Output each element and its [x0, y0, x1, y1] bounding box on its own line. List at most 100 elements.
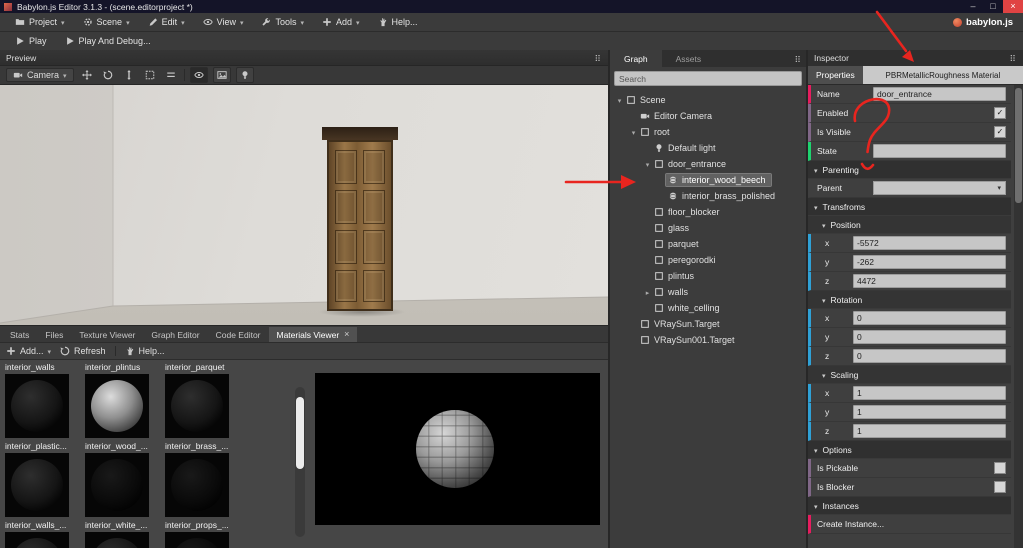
tab-graph[interactable]: Graph: [610, 50, 662, 67]
tab-files[interactable]: Files: [37, 327, 71, 342]
tab-properties[interactable]: Properties: [808, 66, 863, 84]
menu-view[interactable]: View: [194, 13, 253, 31]
scaling-section-header[interactable]: Scaling: [808, 366, 1011, 384]
material-interior-parquet[interactable]: interior_parquet: [165, 362, 245, 438]
scrollbar-thumb[interactable]: [296, 397, 304, 469]
material-thumbnail[interactable]: [165, 374, 229, 438]
is-pickable-checkbox[interactable]: [994, 462, 1006, 474]
tree-item-vraysun001-target[interactable]: VRaySun001.Target: [610, 332, 806, 348]
tree-item-white-celling[interactable]: white_celling: [610, 300, 806, 316]
tree-item-interior-wood-beech[interactable]: interior_wood_beech: [610, 172, 806, 188]
close-icon[interactable]: ×: [344, 330, 349, 339]
close-button[interactable]: ×: [1003, 0, 1023, 13]
menu-tools[interactable]: Tools: [252, 13, 313, 31]
rotation-z-input[interactable]: [853, 349, 1006, 363]
menu-edit[interactable]: Edit: [139, 13, 194, 31]
material-interior-plastic[interactable]: interior_plastic...: [5, 441, 85, 517]
name-input[interactable]: [873, 87, 1006, 101]
menu-add[interactable]: Add: [313, 13, 369, 31]
material-thumbnail[interactable]: [165, 453, 229, 517]
chevron-down-icon[interactable]: [629, 127, 638, 137]
material-thumbnail[interactable]: [165, 532, 229, 548]
material-interior-props[interactable]: interior_props_...: [165, 520, 245, 548]
play-button[interactable]: Play: [6, 32, 56, 50]
materials-help-button[interactable]: Help...: [125, 346, 165, 356]
scaling-z-input[interactable]: [853, 424, 1006, 438]
enabled-checkbox[interactable]: [994, 107, 1006, 119]
material-preview-canvas[interactable]: [315, 373, 600, 525]
material-thumbnail[interactable]: [85, 532, 149, 548]
materials-scrollbar[interactable]: [295, 387, 305, 537]
is-visible-checkbox[interactable]: [994, 126, 1006, 138]
scale-tool-button[interactable]: [121, 68, 137, 82]
rotate-tool-button[interactable]: [100, 68, 116, 82]
maximize-button[interactable]: □: [983, 0, 1003, 13]
tree-item-editor-camera[interactable]: Editor Camera: [610, 108, 806, 124]
chevron-right-icon[interactable]: [643, 287, 652, 297]
scene-viewport[interactable]: [0, 85, 608, 325]
show-lights-button[interactable]: [235, 67, 254, 83]
inspector-scrollbar[interactable]: [1014, 85, 1023, 548]
tree-item-floor-blocker[interactable]: floor_blocker: [610, 204, 806, 220]
state-input[interactable]: [873, 144, 1006, 158]
tree-item-glass[interactable]: glass: [610, 220, 806, 236]
tree-item-interior-brass-polished[interactable]: interior_brass_polished: [610, 188, 806, 204]
tree-item-scene[interactable]: Scene: [610, 92, 806, 108]
tab-graph-editor[interactable]: Graph Editor: [143, 327, 207, 342]
show-post-processes-button[interactable]: [189, 67, 208, 83]
rotation-x-input[interactable]: [853, 311, 1006, 325]
panel-drag-handle-icon[interactable]: [594, 54, 602, 62]
position-z-input[interactable]: [853, 274, 1006, 288]
tab-assets[interactable]: Assets: [662, 50, 716, 67]
material-interior-white[interactable]: interior_white_...: [85, 520, 165, 548]
add-material-button[interactable]: Add...: [6, 346, 51, 356]
instances-section-header[interactable]: Instances: [808, 497, 1011, 515]
create-instance-row[interactable]: Create Instance...: [808, 515, 1011, 534]
material-interior-walls[interactable]: interior_walls: [5, 362, 85, 438]
tree-item-root[interactable]: root: [610, 124, 806, 140]
material-interior-walls-2[interactable]: interior_walls_...: [5, 520, 85, 548]
menu-help[interactable]: Help...: [369, 13, 427, 31]
material-interior-brass[interactable]: interior_brass_...: [165, 441, 245, 517]
parenting-section-header[interactable]: Parenting: [808, 161, 1011, 179]
tree-item-door-entrance[interactable]: door_entrance: [610, 156, 806, 172]
material-thumbnail[interactable]: [5, 374, 69, 438]
show-textures-button[interactable]: [212, 67, 231, 83]
search-input[interactable]: [614, 71, 802, 86]
refresh-button[interactable]: Refresh: [60, 346, 106, 356]
position-section-header[interactable]: Position: [808, 216, 1011, 234]
tab-texture-viewer[interactable]: Texture Viewer: [71, 327, 143, 342]
tree-item-default-light[interactable]: Default light: [610, 140, 806, 156]
chevron-down-icon[interactable]: [615, 95, 624, 105]
material-thumbnail[interactable]: [5, 532, 69, 548]
material-thumbnail[interactable]: [85, 374, 149, 438]
panel-drag-handle-icon[interactable]: [1009, 54, 1017, 62]
transforms-section-header[interactable]: Transfroms: [808, 198, 1011, 216]
material-thumbnail[interactable]: [5, 453, 69, 517]
scrollbar-thumb[interactable]: [1015, 88, 1022, 203]
panel-drag-handle-icon[interactable]: [790, 52, 806, 66]
material-interior-plintus[interactable]: interior_plintus: [85, 362, 165, 438]
play-and-debug-button[interactable]: Play And Debug...: [56, 32, 160, 50]
menu-project[interactable]: Project: [6, 13, 74, 31]
material-thumbnail[interactable]: [85, 453, 149, 517]
minimize-button[interactable]: –: [963, 0, 983, 13]
is-blocker-checkbox[interactable]: [994, 481, 1006, 493]
scaling-x-input[interactable]: [853, 386, 1006, 400]
tab-pbr-metallic-roughness-material[interactable]: PBRMetallicRoughness Material: [862, 66, 1023, 84]
rotation-section-header[interactable]: Rotation: [808, 291, 1011, 309]
options-section-header[interactable]: Options: [808, 441, 1011, 459]
position-y-input[interactable]: [853, 255, 1006, 269]
material-interior-wood[interactable]: interior_wood_...: [85, 441, 165, 517]
tree-item-plintus[interactable]: plintus: [610, 268, 806, 284]
door-entrance-mesh[interactable]: [322, 127, 398, 311]
move-tool-button[interactable]: [79, 68, 95, 82]
tree-item-vraysun-target[interactable]: VRaySun.Target: [610, 316, 806, 332]
rotation-y-input[interactable]: [853, 330, 1006, 344]
create-instance-button[interactable]: Create Instance...: [817, 519, 884, 529]
menu-scene[interactable]: Scene: [74, 13, 139, 31]
wireframe-button[interactable]: [163, 68, 179, 82]
bounding-box-button[interactable]: [142, 68, 158, 82]
tree-item-peregorodki[interactable]: peregorodki: [610, 252, 806, 268]
tab-stats[interactable]: Stats: [2, 327, 37, 342]
